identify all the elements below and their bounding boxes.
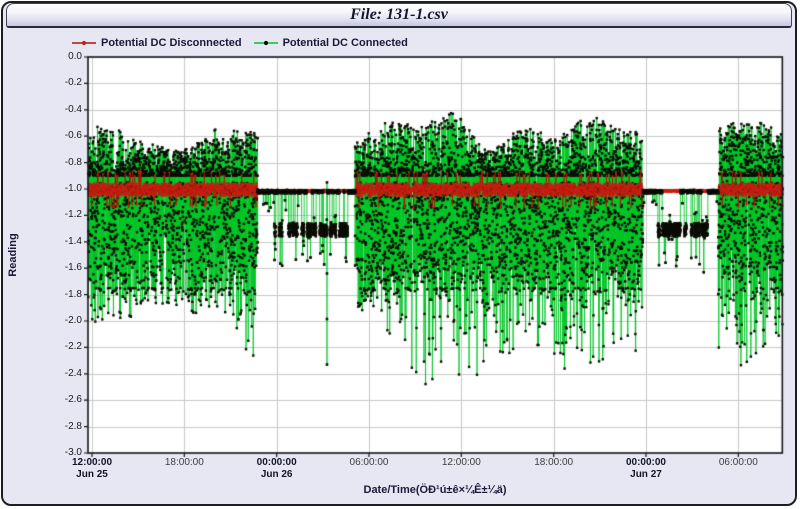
x-axis-time-label: 18:00:00 (144, 457, 224, 468)
y-axis-tick-label: -0.2 (38, 77, 82, 89)
x-axis-time-label: 18:00:00 (514, 457, 594, 468)
legend-item[interactable]: Potential DC Disconnected (72, 37, 242, 49)
legend-series-marker-icon (72, 39, 96, 47)
y-axis-tick-label: -1.2 (38, 209, 82, 221)
y-axis-tick-label: -0.8 (38, 157, 82, 169)
x-axis-date-label: Jun 25 (52, 469, 132, 480)
legend-label: Potential DC Connected (283, 37, 408, 49)
x-axis-time-label: 06:00:00 (698, 457, 778, 468)
legend-item[interactable]: Potential DC Connected (254, 37, 408, 49)
window-title-bar[interactable]: File: 131-1.csv (6, 3, 792, 28)
x-axis-tick-label: 06:00:00 (698, 457, 778, 468)
y-axis-tick-label: -1.6 (38, 262, 82, 274)
window-title: File: 131-1.csv (350, 6, 448, 23)
x-axis-tick-label: 06:00:00 (329, 457, 409, 468)
y-axis-tick-label: -1.0 (38, 183, 82, 195)
x-axis-tick-label: 12:00:00Jun 25 (52, 457, 132, 480)
x-axis-date-label: Jun 27 (606, 469, 686, 480)
legend-label: Potential DC Disconnected (101, 37, 242, 49)
x-axis-tick-label: 00:00:00Jun 27 (606, 457, 686, 480)
application-window: File: 131-1.csv Potential DC Disconnecte… (0, 0, 800, 509)
x-axis-time-label: 00:00:00 (237, 457, 317, 468)
y-axis-tick-label: -1.4 (38, 236, 82, 248)
x-axis-tick-label: 18:00:00 (514, 457, 594, 468)
x-axis-time-label: 06:00:00 (329, 457, 409, 468)
x-axis-tick-label: 12:00:00 (421, 457, 501, 468)
x-axis-date-label: Jun 26 (237, 469, 317, 480)
x-axis-time-label: 12:00:00 (421, 457, 501, 468)
x-axis-tick-label: 18:00:00 (144, 457, 224, 468)
y-axis-title: Reading (7, 205, 21, 305)
x-axis-tick-label: 00:00:00Jun 26 (237, 457, 317, 480)
x-axis-time-label: 12:00:00 (52, 457, 132, 468)
y-axis-tick-label: -0.4 (38, 104, 82, 116)
y-axis-tick-label: -2.2 (38, 341, 82, 353)
y-axis-tick-label: -2.8 (38, 421, 82, 433)
y-axis-tick-label: 0.0 (38, 51, 82, 63)
y-axis-tick-label: -1.8 (38, 289, 82, 301)
chart-legend: Potential DC Disconnected Potential DC Co… (72, 37, 408, 49)
y-axis-tick-label: -0.6 (38, 130, 82, 142)
y-axis-tick-label: -2.0 (38, 315, 82, 327)
x-axis-time-label: 00:00:00 (606, 457, 686, 468)
y-axis-tick-label: -2.4 (38, 368, 82, 380)
chart-plot-area (84, 53, 790, 459)
y-axis-tick-label: -2.6 (38, 394, 82, 406)
x-axis-title: Date/Time(ÖÐ¹ú±ê×¼Ê±¼ä) (88, 484, 782, 496)
legend-series-marker-icon (254, 39, 278, 47)
